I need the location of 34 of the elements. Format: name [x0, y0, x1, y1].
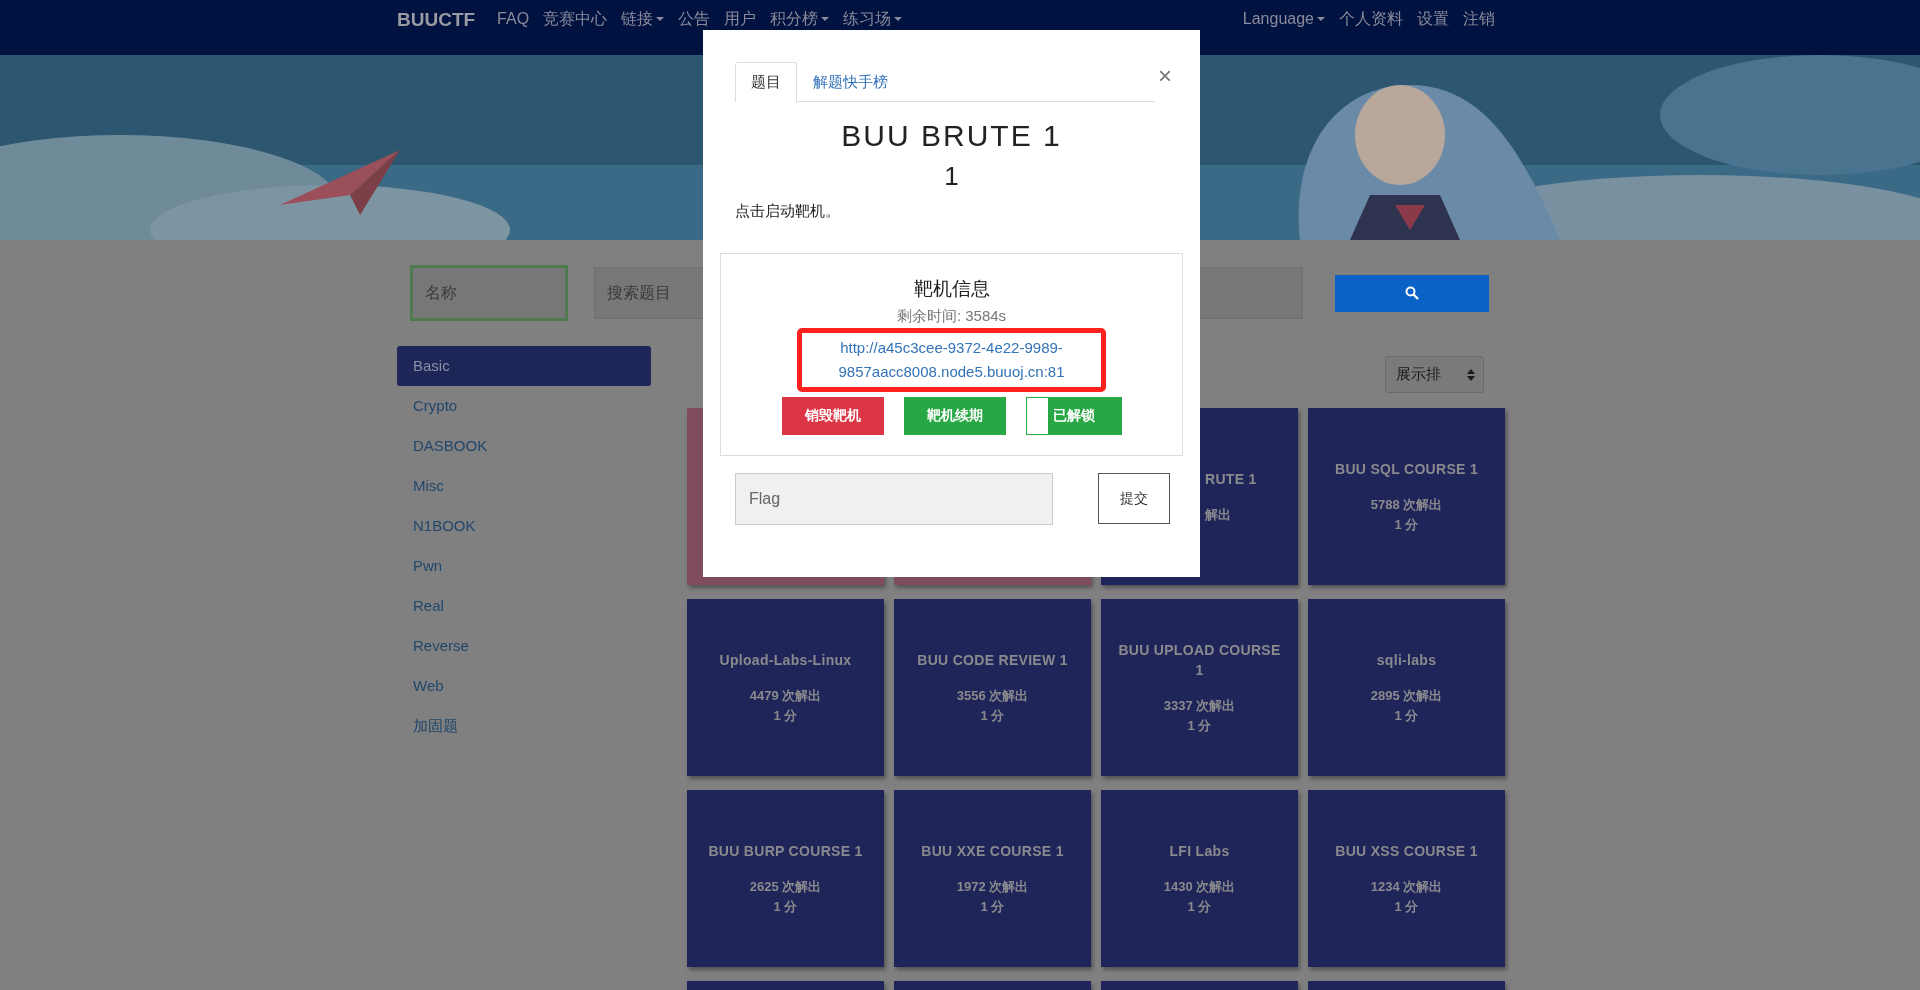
challenge-points: 1: [943, 161, 960, 192]
challenge-description: 点击启动靶机。: [735, 202, 841, 221]
solve-count: 4479 次解出: [749, 686, 822, 705]
solve-count: 3337 次解出: [1163, 696, 1236, 715]
card-title: BUU UPLOAD COURSE 1: [1117, 640, 1282, 680]
solve-count: 3556 次解出: [956, 686, 1029, 705]
card-points: 1 分: [1394, 515, 1419, 534]
card-title: BUU CODE REVIEW 1: [917, 650, 1068, 670]
card-points: 1 分: [1394, 706, 1419, 725]
solve-count: 5788 次解出: [1370, 495, 1443, 514]
card-title: LFI Labs: [1169, 841, 1230, 861]
solve-count: 1972 次解出: [956, 877, 1029, 896]
remaining-time: 剩余时间: 3584s: [896, 307, 1007, 326]
card-points: 1 分: [773, 706, 798, 725]
card-points: 1 分: [1187, 897, 1212, 916]
solve-count: 1234 次解出: [1370, 877, 1443, 896]
card-title: RUTE 1: [1205, 469, 1257, 489]
card-title: BUU BURP COURSE 1: [708, 841, 863, 861]
card-points: 1 分: [980, 706, 1005, 725]
card-title: sqli-labs: [1376, 650, 1437, 670]
card-title: BUU XXE COURSE 1: [921, 841, 1064, 861]
solve-count: 2625 次解出: [749, 877, 822, 896]
card-title: BUU XSS COURSE 1: [1335, 841, 1478, 861]
challenge-title: BUU BRUTE 1: [840, 119, 1063, 153]
card-title: BUU SQL COURSE 1: [1335, 459, 1478, 479]
card-points: 1 分: [1394, 897, 1419, 916]
card-points: 1 分: [773, 897, 798, 916]
card-points: 1 分: [980, 897, 1005, 916]
panel-heading: 靶机信息: [913, 277, 990, 301]
solve-count: 2895 次解出: [1370, 686, 1443, 705]
solve-count: 1430 次解出: [1163, 877, 1236, 896]
card-title: Upload-Labs-Linux: [719, 650, 852, 670]
card-points: 1 分: [1187, 716, 1212, 735]
solve-count: 解出: [1205, 505, 1231, 524]
